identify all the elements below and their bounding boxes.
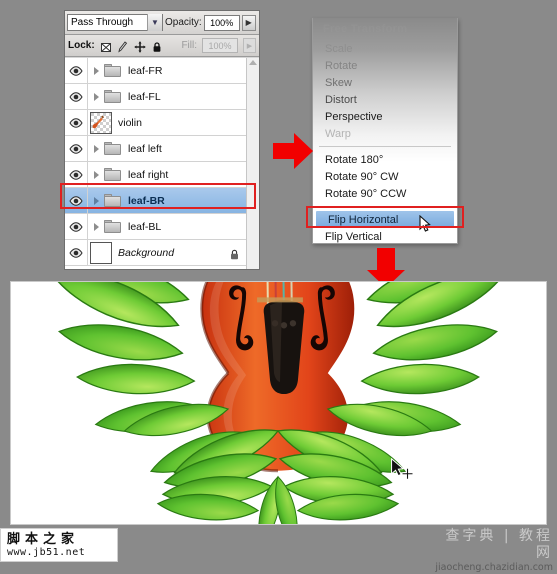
layer-row-background[interactable]: Background	[65, 240, 246, 266]
chevron-right-icon[interactable]	[94, 196, 99, 205]
layer-visibility-toggle[interactable]	[65, 240, 88, 265]
menu-item-skew[interactable]: Skew	[313, 74, 457, 91]
menu-item-distort[interactable]: Distort	[313, 91, 457, 108]
layers-scrollbar[interactable]	[246, 58, 259, 269]
opacity-input[interactable]: 100%	[203, 14, 240, 31]
layer-visibility-toggle[interactable]	[65, 110, 88, 135]
folder-icon	[104, 142, 121, 155]
artwork-image	[11, 282, 546, 524]
watermark-right: 查字典 | 教程网 jiaocheng.chazidian.com	[433, 528, 553, 573]
menu-item-rotate-90-cw[interactable]: Rotate 90° CW	[313, 168, 457, 185]
layer-thumbnail	[90, 241, 112, 264]
folder-icon	[104, 194, 121, 207]
menu-title: Free Transform	[323, 23, 408, 35]
watermark-left-url: www.jb51.net	[7, 546, 86, 558]
menu-item-rotate-90-ccw[interactable]: Rotate 90° CCW	[313, 185, 457, 202]
scroll-up-icon[interactable]	[249, 60, 257, 65]
layer-row-leaf-br[interactable]: leaf-BR	[65, 188, 246, 214]
menu-item-label: Distort	[325, 93, 357, 106]
layer-lock-icon	[230, 247, 239, 260]
red-right-arrow	[270, 128, 316, 174]
lock-image-icon[interactable]	[117, 40, 129, 52]
menu-item-label: Rotate	[325, 59, 358, 72]
folder-icon	[104, 220, 121, 233]
menu-item-label: Rotate 90° CCW	[325, 187, 407, 200]
layers-panel-lock-bar: Lock: Fill: 100% ▶	[65, 35, 259, 57]
menu-item-flip-vertical[interactable]: Flip Vertical	[313, 228, 457, 245]
layer-visibility-toggle[interactable]	[65, 214, 88, 239]
chevron-right-icon[interactable]	[94, 144, 99, 153]
lock-transparency-icon[interactable]	[100, 40, 112, 52]
layer-visibility-toggle[interactable]	[65, 84, 88, 109]
lock-position-icon[interactable]	[134, 40, 146, 52]
layer-name: leaf-BL	[128, 220, 162, 233]
layer-visibility-toggle[interactable]	[65, 58, 88, 83]
layer-name: leaf-FL	[128, 90, 161, 103]
menu-item-label: Skew	[325, 76, 352, 89]
opacity-stepper-button[interactable]: ▶	[241, 14, 256, 31]
layer-thumbnail	[90, 111, 112, 134]
menu-item-scale[interactable]: Scale	[313, 40, 457, 57]
layer-list[interactable]: leaf-FR leaf-FL violin leaf left leaf right l…	[65, 58, 259, 269]
menu-item-warp: Warp	[313, 125, 457, 142]
lock-all-icon[interactable]	[151, 40, 163, 52]
layer-name: Background	[118, 246, 175, 259]
layer-row-leaf-bl[interactable]: leaf-BL	[65, 214, 246, 240]
menu-items: Scale Rotate Skew Distort Perspective Warp Rot…	[313, 40, 457, 245]
layer-visibility-toggle[interactable]	[65, 188, 88, 213]
layer-name: leaf-FR	[128, 64, 163, 77]
screenshot-root: Pass Through ▼ Opacity: 100% ▶ Lock: Fil…	[0, 0, 557, 573]
watermark-right-cn: 查字典 | 教程网	[445, 528, 553, 561]
transform-context-menu[interactable]: Free Transform Scale Rotate Skew Distort Per…	[312, 18, 458, 244]
folder-icon	[104, 64, 121, 77]
layer-row-leaf-right[interactable]: leaf right	[65, 162, 246, 188]
menu-item-rotate[interactable]: Rotate	[313, 57, 457, 74]
menu-separator	[319, 146, 451, 147]
layer-row-leaf-fl[interactable]: leaf-FL	[65, 84, 246, 110]
menu-item-label: Rotate 90° CW	[325, 170, 399, 183]
chevron-right-icon[interactable]	[94, 222, 99, 231]
layers-panel: Pass Through ▼ Opacity: 100% ▶ Lock: Fil…	[64, 10, 260, 270]
layers-panel-top-bar: Pass Through ▼ Opacity: 100% ▶	[65, 11, 259, 35]
chevron-down-icon[interactable]: ▼	[147, 14, 162, 31]
layer-name: leaf-BR	[128, 194, 165, 207]
violin-bridge	[257, 297, 303, 303]
layer-visibility-toggle[interactable]	[65, 162, 88, 187]
opacity-label: Opacity:	[165, 17, 202, 28]
watermark-left: 脚本之家 www.jb51.net	[0, 528, 118, 562]
layer-name: leaf right	[128, 168, 169, 181]
menu-item-perspective[interactable]: Perspective	[313, 108, 457, 125]
layer-row-leaf-fr[interactable]: leaf-FR	[65, 58, 246, 84]
layer-row-violin[interactable]: violin	[65, 110, 246, 136]
blend-mode-value: Pass Through	[71, 17, 134, 28]
menu-item-label: Perspective	[325, 110, 383, 123]
artwork-canvas[interactable]	[10, 281, 547, 525]
chevron-right-icon[interactable]	[94, 66, 99, 75]
fill-stepper-button[interactable]: ▶	[243, 38, 256, 53]
blend-mode-select[interactable]: Pass Through ▼	[67, 14, 163, 31]
fill-label: Fill:	[181, 40, 197, 51]
folder-icon	[104, 168, 121, 181]
menu-separator	[319, 206, 451, 207]
menu-item-rotate-180-[interactable]: Rotate 180°	[313, 151, 457, 168]
chevron-right-icon[interactable]	[94, 170, 99, 179]
layer-name: leaf left	[128, 142, 162, 155]
chevron-right-icon[interactable]	[94, 92, 99, 101]
layer-row-leaf-left[interactable]: leaf left	[65, 136, 246, 162]
menu-item-label: Flip Horizontal	[328, 213, 399, 226]
menu-item-flip-horizontal[interactable]: Flip Horizontal	[316, 211, 454, 232]
menu-item-label: Warp	[325, 127, 351, 140]
watermark-right-url: jiaocheng.chazidian.com	[435, 562, 553, 573]
menu-item-label: Rotate 180°	[325, 153, 384, 166]
layer-visibility-toggle[interactable]	[65, 136, 88, 161]
layer-name: violin	[118, 116, 142, 129]
watermark-left-cn: 脚本之家	[7, 531, 80, 547]
menu-item-label: Flip Vertical	[325, 230, 382, 243]
lock-label: Lock:	[68, 40, 95, 51]
menu-item-label: Scale	[325, 42, 353, 55]
layer-rows: leaf-FR leaf-FL violin leaf left leaf right l…	[65, 58, 246, 269]
fill-input[interactable]: 100%	[202, 38, 238, 53]
folder-icon	[104, 90, 121, 103]
